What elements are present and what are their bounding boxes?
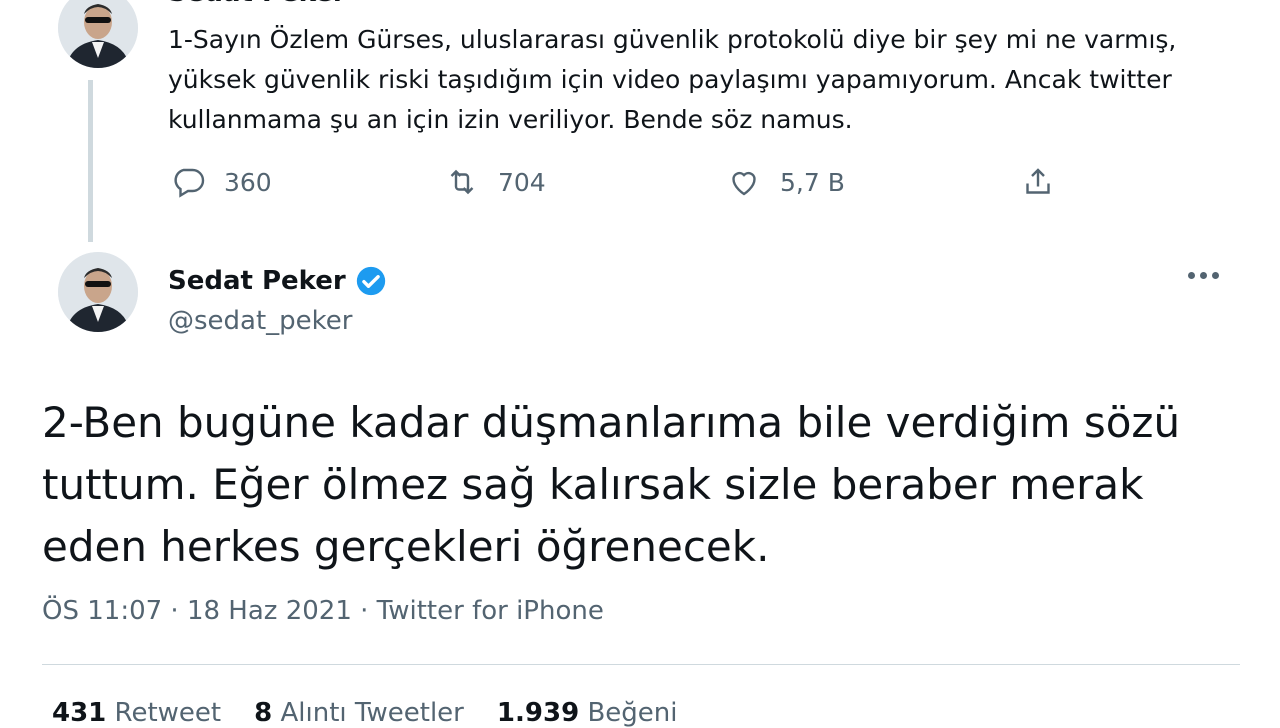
- avatar-photo: [58, 0, 138, 68]
- retweets-label[interactable]: Retweet: [115, 698, 222, 728]
- quotes-label[interactable]: Alıntı Tweetler: [281, 698, 464, 728]
- reply-count: 360: [224, 167, 272, 197]
- main-tweet-text: 2-Ben bugüne kadar düşmanlarıma bile ver…: [42, 398, 1181, 571]
- author-name-text: Sedat Peker: [168, 266, 346, 296]
- more-icon: [1188, 272, 1195, 279]
- like-count: 5,7 B: [780, 167, 845, 197]
- avatar-photo: [58, 252, 138, 332]
- previous-tweet-text: 1-Sayın Özlem Gürses, uluslararası güven…: [168, 25, 1177, 134]
- reply-icon: [174, 168, 205, 198]
- share-button[interactable]: [1020, 164, 1056, 200]
- verified-icon: [354, 264, 388, 298]
- retweet-icon: [450, 169, 474, 195]
- reply-button[interactable]: 360: [170, 164, 272, 200]
- author-name[interactable]: Sedat Peker: [168, 264, 388, 298]
- avatar-main[interactable]: [58, 252, 138, 332]
- retweet-count: 704: [498, 167, 546, 197]
- like-button[interactable]: 5,7 B: [726, 164, 845, 200]
- retweets-count[interactable]: 431: [52, 698, 106, 728]
- tweet-stats: 431 Retweet 8 Alıntı Tweetler 1.939 Beğe…: [52, 698, 677, 728]
- author-handle[interactable]: @sedat_peker: [168, 306, 353, 336]
- divider: [42, 664, 1240, 665]
- likes-label[interactable]: Beğeni: [587, 698, 677, 728]
- previous-author-name[interactable]: Sedat Peker: [168, 0, 346, 8]
- likes-count[interactable]: 1.939: [497, 698, 579, 728]
- avatar-previous[interactable]: [58, 0, 138, 68]
- more-options-button[interactable]: [1188, 272, 1219, 279]
- like-icon: [732, 171, 756, 196]
- quotes-count[interactable]: 8: [254, 698, 272, 728]
- retweet-button[interactable]: 704: [444, 164, 546, 200]
- share-icon: [1026, 168, 1050, 194]
- tweet-meta[interactable]: ÖS 11:07 · 18 Haz 2021 · Twitter for iPh…: [42, 596, 604, 626]
- thread-connector-line: [88, 80, 93, 242]
